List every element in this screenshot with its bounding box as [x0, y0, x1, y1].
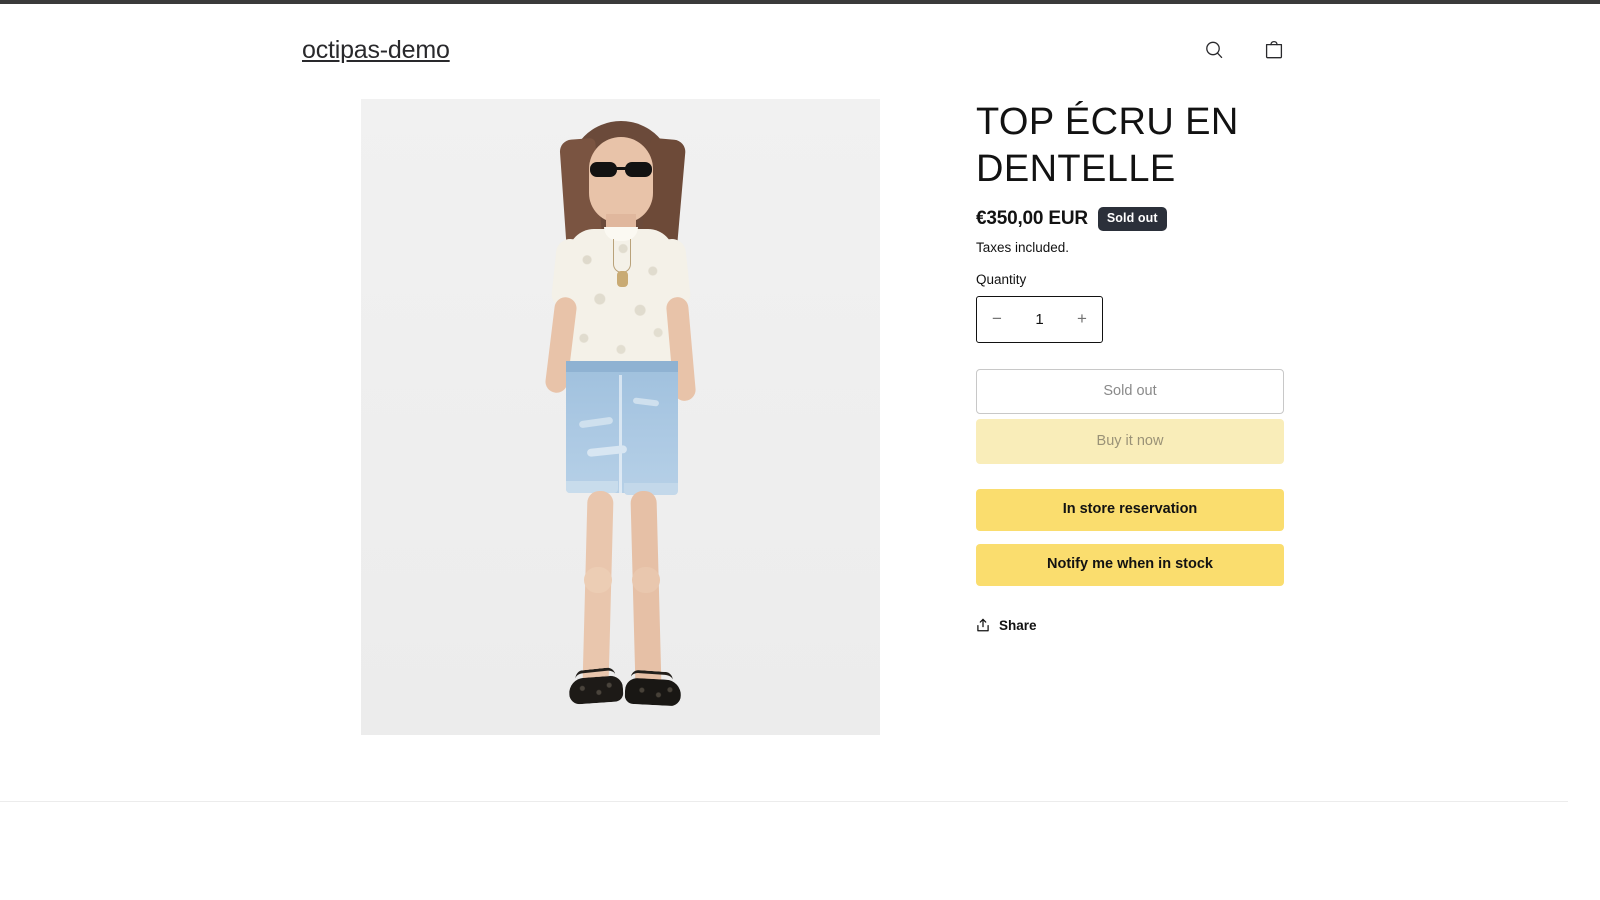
shopping-bag-icon [1263, 39, 1285, 61]
quantity-stepper: − + [976, 295, 1103, 343]
search-button[interactable] [1192, 28, 1236, 72]
product-info: TOP ÉCRU EN DENTELLE €350,00 EUR Sold ou… [976, 99, 1284, 638]
cart-button[interactable] [1252, 28, 1296, 72]
quantity-label: Quantity [976, 271, 1027, 287]
search-icon [1203, 39, 1225, 61]
status-badge: Sold out [1097, 207, 1167, 231]
buy-it-now-button: Buy it now [976, 418, 1284, 464]
header-actions [1192, 28, 1296, 72]
quantity-increase-button[interactable]: + [1062, 297, 1102, 342]
product-page: octipas-demo TOP ÉCRU EN DENTELLE €350,0… [0, 0, 1600, 900]
sunglasses-detail [590, 162, 652, 178]
quantity-decrease-button[interactable]: − [977, 297, 1017, 342]
share-button[interactable]: Share [976, 614, 1037, 637]
quantity-input[interactable] [1017, 296, 1062, 342]
share-label: Share [999, 617, 1037, 633]
site-header: octipas-demo [0, 4, 1568, 96]
in-store-reservation-button[interactable]: In store reservation [976, 488, 1284, 531]
product-title: TOP ÉCRU EN DENTELLE [976, 101, 1239, 190]
sold-out-button: Sold out [976, 368, 1284, 414]
taxes-note: Taxes included. [976, 239, 1070, 255]
shop-title-link[interactable]: octipas-demo [302, 37, 450, 63]
model-illustration [361, 99, 880, 735]
product-section: TOP ÉCRU EN DENTELLE €350,00 EUR Sold ou… [0, 99, 1568, 735]
product-price: €350,00 EUR [976, 207, 1088, 229]
product-image[interactable] [361, 99, 880, 735]
notify-me-button[interactable]: Notify me when in stock [976, 543, 1284, 586]
section-divider [0, 801, 1568, 802]
price-row: €350,00 EUR Sold out [976, 207, 1284, 231]
share-icon [976, 618, 990, 633]
